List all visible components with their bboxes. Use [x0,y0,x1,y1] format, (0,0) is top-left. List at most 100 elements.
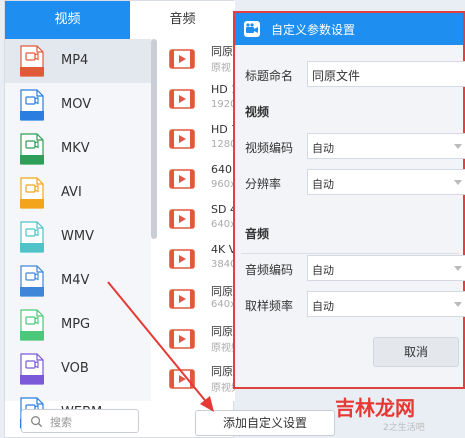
resolution-value: 自动 [312,178,334,191]
quality-item[interactable]: SD 4 640x [161,199,235,239]
watermark: 吉林龙网 2之生活吧 [335,392,465,433]
format-item-vob[interactable]: VOB [5,347,151,391]
chevron-down-icon [454,144,462,149]
quality-item[interactable]: 同原 原视 [161,39,235,79]
video-section-label: 视频 [245,105,270,119]
quality-subtitle: 640x [211,219,235,230]
format-panel: 视频 音频 MP4MOVMKVAVIWMVM4VMPGVOBWEBM 同原原视H… [4,0,235,438]
watermark-subtext: 2之生活吧 [383,423,425,433]
dialog-body: 标题命名 同原文件 视频 视频编码 自动 分辨率 自动 音频 音频编码 自动 取… [235,45,465,387]
quality-item[interactable]: HD 1 1920 [161,79,235,119]
audio-codec-select[interactable]: 自动 [307,255,465,281]
tab-video[interactable]: 视频 [5,1,130,39]
quality-title: HD 1 [211,83,235,96]
tab-bar: 视频 音频 [5,1,235,39]
film-icon [169,329,195,349]
film-icon [169,249,195,269]
dialog-title: 自定义参数设置 [271,23,356,37]
audio-section-label: 音频 [245,227,270,241]
format-item-wmv[interactable]: WMV [5,215,151,259]
video-file-icon [20,177,44,209]
chevron-down-icon [454,302,462,307]
format-label: MKV [61,141,90,156]
video-codec-label: 视频编码 [245,141,294,155]
custom-params-dialog: 自定义参数设置 标题命名 同原文件 视频 视频编码 自动 分辨率 自动 音频 音… [233,11,465,389]
quality-subtitle: 原视 [211,63,231,74]
film-icon [169,369,195,389]
sample-rate-value: 自动 [312,300,334,313]
film-icon [169,49,195,69]
quality-item[interactable]: 640P 960x [161,159,235,199]
quality-item[interactable]: 同原文件原视频分辨率 [161,359,235,399]
quality-title: 同原文件 [211,365,235,378]
quality-title: 同原 [211,325,233,338]
format-list: MP4MOVMKVAVIWMVM4VMPGVOBWEBM [5,39,151,429]
format-label: MP4 [61,53,89,68]
video-file-icon [20,221,44,253]
format-item-m4v[interactable]: M4V [5,259,151,303]
video-codec-value: 自动 [312,142,334,155]
film-icon [169,289,195,309]
quality-item[interactable]: 同原 640x [161,279,235,319]
search-input[interactable]: 搜索 [21,409,139,433]
name-input[interactable]: 同原文件 [307,61,465,87]
format-label: MOV [61,97,92,112]
format-item-mpg[interactable]: MPG [5,303,151,347]
quality-subtitle: 1920 [211,99,235,110]
film-icon [169,169,195,189]
sample-rate-label: 取样频率 [245,299,294,313]
quality-title: 同原 [211,285,233,298]
cancel-button[interactable]: 取消 [373,337,459,367]
quality-title: SD 4 [211,203,235,216]
quality-title: 4K V [211,243,235,256]
video-file-icon [20,353,44,385]
resolution-select[interactable]: 自动 [307,169,465,195]
audio-codec-label: 音频编码 [245,263,294,277]
format-item-mkv[interactable]: MKV [5,127,151,171]
add-custom-settings-button[interactable]: 添加自定义设置 [195,410,335,436]
quality-title: 640P [211,163,235,176]
quality-item[interactable]: 同原原视频分辨率 [161,319,235,359]
format-label: WMV [61,229,94,244]
quality-subtitle: 960x [211,179,235,190]
film-icon [169,89,195,109]
quality-subtitle: 3840 [211,259,235,270]
chevron-down-icon [454,266,462,271]
format-label: VOB [61,361,89,376]
quality-subtitle: 原视频分辨率 [211,343,235,354]
chevron-down-icon [454,180,462,185]
resolution-label: 分辨率 [245,177,282,191]
quality-subtitle: 640x [211,299,235,310]
quality-title: 同原 [211,45,233,58]
watermark-text: 吉林龙网 [335,396,415,420]
quality-item[interactable]: 4K V 3840 [161,239,235,279]
dialog-header: 自定义参数设置 [235,13,463,45]
format-label: AVI [61,185,82,200]
search-placeholder: 搜索 [50,416,72,429]
quality-title: HD 7 [211,123,235,136]
name-label: 标题命名 [245,69,294,83]
format-label: M4V [61,273,90,288]
tab-audio[interactable]: 音频 [130,1,235,39]
video-camera-icon [244,21,260,37]
video-file-icon [20,45,44,77]
divider [241,253,459,254]
video-file-icon [20,133,44,165]
video-file-icon [20,309,44,341]
video-file-icon [20,265,44,297]
format-list-scrollbar[interactable] [151,39,157,239]
quality-subtitle: 1280 [211,139,235,150]
quality-list: 同原原视HD 11920HD 71280640P960xSD 4640x4K V… [161,39,235,401]
film-icon [169,129,195,149]
format-item-mov[interactable]: MOV [5,83,151,127]
quality-subtitle: 原视频分辨率 [211,383,235,394]
video-codec-select[interactable]: 自动 [307,133,465,159]
film-icon [169,209,195,229]
quality-item[interactable]: HD 7 1280 [161,119,235,159]
audio-codec-value: 自动 [312,264,334,277]
format-item-mp4[interactable]: MP4 [5,39,151,83]
format-item-avi[interactable]: AVI [5,171,151,215]
sample-rate-select[interactable]: 自动 [307,291,465,317]
video-file-icon [20,89,44,121]
format-label: MPG [61,317,91,332]
